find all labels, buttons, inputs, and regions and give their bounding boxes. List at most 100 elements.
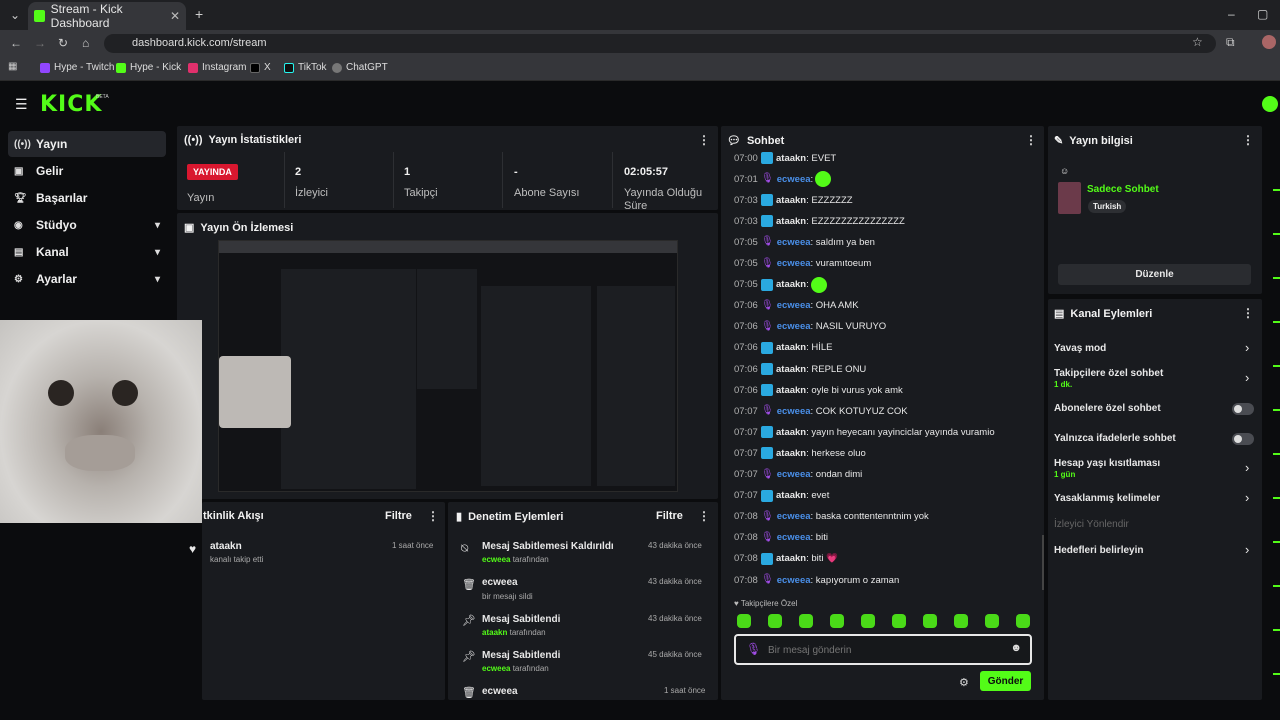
chat-username[interactable]: ataakn — [776, 448, 806, 459]
category-thumbnail[interactable] — [1058, 182, 1081, 214]
chat-username[interactable]: ataakn — [776, 153, 806, 164]
reload-icon[interactable]: ↻ — [58, 36, 68, 50]
chat-username[interactable]: ecweea — [777, 511, 811, 522]
bookmark-x[interactable]: X — [250, 62, 271, 73]
followers-only-item[interactable]: Takipçilere özel sohbet — [1054, 368, 1163, 379]
chat-username[interactable]: ecweea — [777, 174, 811, 185]
chat-username[interactable]: ecweea — [777, 300, 811, 311]
home-icon[interactable]: ⌂ — [82, 36, 89, 50]
bookmark-hype-twitch[interactable]: Hype - Twitch — [40, 62, 114, 73]
stream-info-menu-icon[interactable]: ⋮ — [1242, 133, 1254, 147]
bookmark-instagram[interactable]: Instagram — [188, 62, 246, 73]
chat-username[interactable]: ataakn — [776, 216, 806, 227]
maximize-icon[interactable]: ▢ — [1257, 7, 1268, 21]
chevron-right-icon[interactable]: › — [1245, 340, 1249, 355]
emote-picker-icon[interactable] — [892, 614, 906, 628]
emote-picker-icon[interactable] — [830, 614, 844, 628]
back-icon[interactable]: ← — [10, 36, 22, 50]
chat-username[interactable]: ataakn — [776, 385, 806, 396]
extensions-icon[interactable]: ⧉ — [1226, 35, 1235, 50]
chat-username[interactable]: ecweea — [777, 532, 811, 543]
browser-tab[interactable]: Stream - Kick Dashboard ✕ — [28, 2, 186, 30]
chat-username[interactable]: ataakn — [776, 342, 806, 353]
tab-list-icon[interactable]: ⌄ — [10, 8, 20, 22]
profile-avatar[interactable] — [1262, 35, 1276, 49]
emote-picker-icon[interactable] — [768, 614, 782, 628]
hamburger-menu-icon[interactable]: ☰ — [15, 96, 28, 113]
activity-menu-icon[interactable]: ⋮ — [427, 509, 439, 523]
chat-settings-gear-icon[interactable]: ⚙ — [959, 676, 969, 689]
emote-picker-icon[interactable] — [1016, 614, 1030, 628]
nav-item-ayarlar[interactable]: ⚙ Ayarlar ▾ — [8, 266, 166, 292]
emoji-picker-icon[interactable]: ☻ — [1010, 642, 1022, 654]
address-bar[interactable]: dashboard.kick.com/stream — [104, 34, 1216, 53]
minimize-icon[interactable]: – — [1228, 7, 1235, 21]
divider — [612, 152, 613, 208]
chat-username[interactable]: ataakn — [776, 553, 806, 564]
emote-picker-icon[interactable] — [861, 614, 875, 628]
chat-message: 07:06 🎙︎ ecweea: OHA AMK — [734, 299, 859, 313]
bookmark-hype-kick[interactable]: Hype - Kick — [116, 62, 181, 73]
emote-picker-icon[interactable] — [954, 614, 968, 628]
chevron-right-icon[interactable]: › — [1245, 460, 1249, 475]
nav-item-kanal[interactable]: ▤ Kanal ▾ — [8, 239, 166, 265]
emotes-only-toggle[interactable] — [1232, 433, 1254, 445]
close-tab-icon[interactable]: ✕ — [170, 9, 180, 23]
banned-words-item[interactable]: Yasaklanmış kelimeler — [1054, 493, 1160, 504]
activity-filter-button[interactable]: Filtre — [385, 510, 412, 522]
chat-username[interactable]: ecweea — [777, 237, 811, 248]
mod-title[interactable]: ecweea — [482, 686, 518, 697]
bookmark-star-icon[interactable]: ☆ — [1192, 35, 1203, 49]
chat-text: : ondan dimi — [810, 469, 863, 480]
chat-username[interactable]: ecweea — [777, 575, 811, 586]
chat-timestamp: 07:08 — [734, 553, 758, 565]
edit-button[interactable]: Düzenle — [1058, 264, 1251, 285]
account-age-item[interactable]: Hesap yaşı kısıtlaması — [1054, 458, 1160, 469]
chevron-right-icon[interactable]: › — [1245, 490, 1249, 505]
chevron-right-icon[interactable]: › — [1245, 370, 1249, 385]
set-goals-item[interactable]: Hedefleri belirleyin — [1054, 545, 1143, 556]
kick-logo[interactable]: KICK — [40, 92, 102, 117]
subs-only-toggle[interactable] — [1232, 403, 1254, 415]
chat-username[interactable]: ataakn — [776, 364, 806, 375]
chat-username[interactable]: ecweea — [777, 258, 811, 269]
forward-icon[interactable]: → — [34, 36, 46, 50]
chat-username[interactable]: ecweea — [777, 406, 811, 417]
moderation-menu-icon[interactable]: ⋮ — [698, 509, 710, 523]
emote-picker-icon[interactable] — [799, 614, 813, 628]
chat-input-box[interactable]: 🎙︎ ☻ — [734, 634, 1032, 665]
chat-username[interactable]: ecweea — [777, 469, 811, 480]
stream-preview-video[interactable] — [218, 240, 678, 492]
send-button[interactable]: Gönder — [980, 671, 1031, 691]
chat-message: 07:07 ataakn: herkese oluo — [734, 446, 866, 460]
slow-mode-item[interactable]: Yavaş mod — [1054, 343, 1106, 354]
chat-scrollbar[interactable] — [1042, 535, 1044, 590]
emote-picker-icon[interactable] — [985, 614, 999, 628]
mod-title[interactable]: ecweea — [482, 577, 518, 588]
emote-picker-icon[interactable] — [737, 614, 751, 628]
bookmark-chatgpt[interactable]: ChatGPT — [332, 62, 388, 73]
chat-input[interactable] — [768, 641, 998, 659]
mic-badge-icon: 🎙︎ — [746, 642, 762, 656]
chat-username[interactable]: ataakn — [776, 279, 806, 290]
activity-user[interactable]: ataakn — [210, 541, 242, 552]
nav-item-gelir[interactable]: ▣ Gelir — [8, 158, 166, 184]
chat-username[interactable]: ataakn — [776, 490, 806, 501]
apps-grid-icon[interactable]: ▦ — [8, 61, 17, 72]
user-avatar[interactable] — [1262, 96, 1278, 112]
chat-menu-icon[interactable]: ⋮ — [1025, 133, 1037, 147]
nav-item-yayin[interactable]: ((•)) Yayın — [8, 131, 166, 157]
emote-picker-icon[interactable] — [923, 614, 937, 628]
language-tag[interactable]: Turkish — [1088, 200, 1127, 213]
stats-menu-icon[interactable]: ⋮ — [698, 133, 710, 147]
nav-item-basarilar[interactable]: 🏆︎ Başarılar — [8, 185, 166, 211]
chevron-right-icon[interactable]: › — [1245, 542, 1249, 557]
moderation-filter-button[interactable]: Filtre — [656, 510, 683, 522]
nav-item-studyo[interactable]: ◉ Stüdyo ▾ — [8, 212, 166, 238]
new-tab-icon[interactable]: + — [195, 6, 203, 22]
chat-username[interactable]: ecweea — [777, 321, 811, 332]
channel-actions-menu-icon[interactable]: ⋮ — [1242, 306, 1254, 320]
bookmark-tiktok[interactable]: TikTok — [284, 62, 327, 73]
chat-username[interactable]: ataakn — [776, 195, 806, 206]
chat-username[interactable]: ataakn — [776, 427, 806, 438]
